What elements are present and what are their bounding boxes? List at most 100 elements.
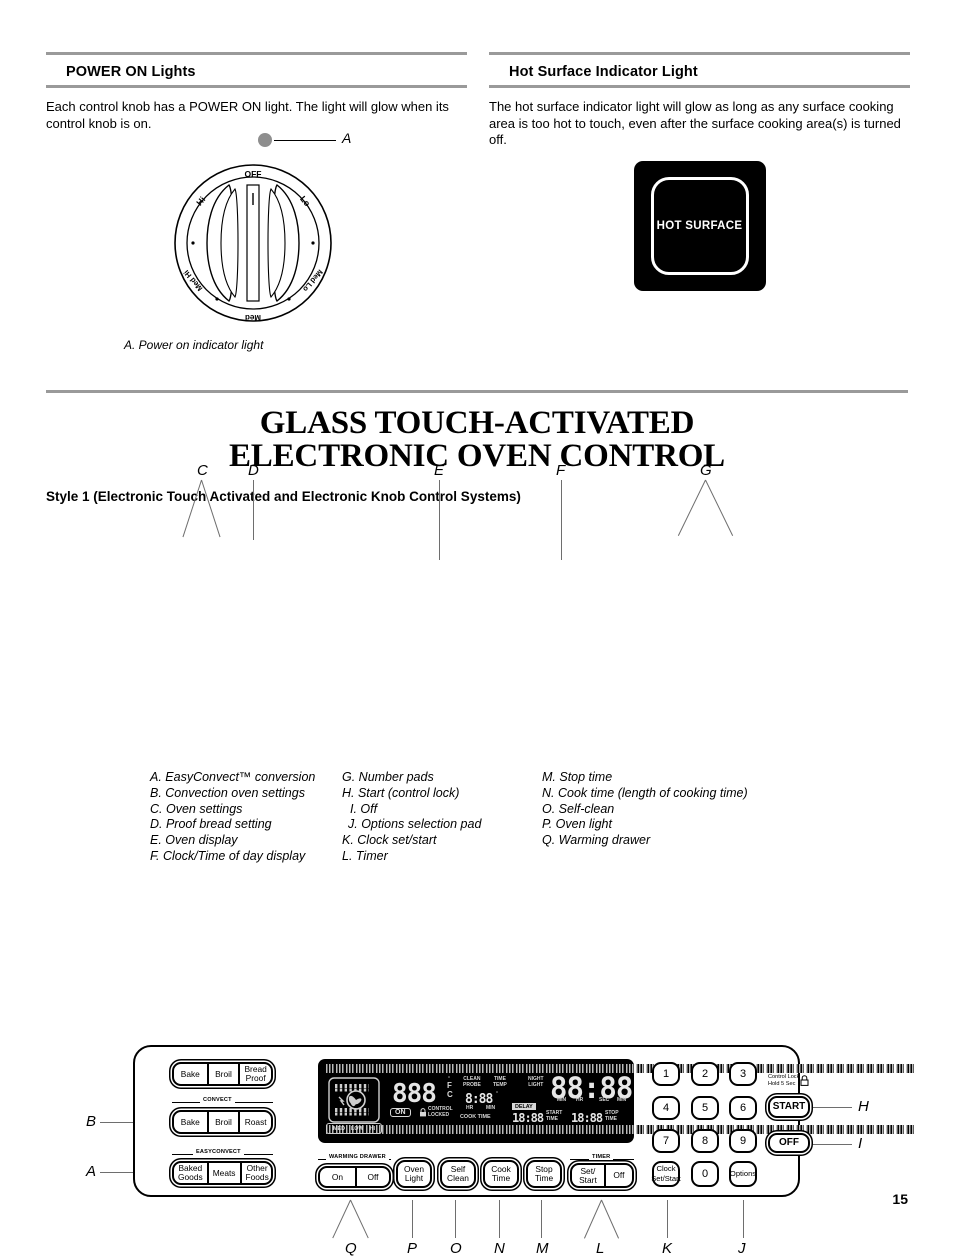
callout-letter-q: Q — [345, 1240, 357, 1257]
self-clean-label[interactable]: Self Clean — [442, 1162, 474, 1186]
cook-time-button[interactable]: Cook Time — [483, 1160, 519, 1188]
control-lock-note: Control Lock Hold 5 Sec — [768, 1074, 799, 1087]
stop-time-label: STOP TIME — [605, 1110, 619, 1122]
cook-time-label-button[interactable]: Cook Time — [485, 1162, 517, 1186]
callout-letter-f: F — [556, 462, 566, 479]
power-on-heading: POWER ON Lights — [66, 64, 196, 80]
timer-set-start-button[interactable]: Set/ Start — [572, 1165, 604, 1186]
baked-goods-button[interactable]: Baked Goods — [174, 1163, 207, 1183]
key-2[interactable]: 2 — [691, 1062, 719, 1086]
leader-k — [667, 1200, 668, 1238]
clock-unit-min2: MIN — [617, 1097, 627, 1103]
callout-letter-k: K — [662, 1240, 673, 1257]
warming-drawer-on-button[interactable]: On — [320, 1168, 355, 1186]
callout-letter-m: M — [536, 1240, 549, 1257]
power-on-body: Each control knob has a POWER ON light. … — [46, 99, 449, 131]
legend-item-j: J. Options selection pad — [348, 817, 482, 832]
key-0[interactable]: 0 — [691, 1161, 719, 1187]
knob-caption: A. Power on indicator light — [124, 338, 264, 352]
hot-surface-indicator-border: HOT SURFACE — [650, 176, 749, 275]
legend-item-f: F. Clock/Time of day display — [150, 848, 306, 863]
legend-item-c: C. Oven settings — [150, 801, 243, 816]
lock-icon-display — [420, 1108, 426, 1117]
timer-group[interactable]: Set/ Start Off — [570, 1163, 634, 1188]
other-foods-button[interactable]: Other Foods — [239, 1163, 273, 1183]
callout-letter-n: N — [494, 1240, 505, 1257]
hot-surface-heading: Hot Surface Indicator Light — [509, 64, 698, 80]
convect-group-label: CONVECT — [200, 1097, 235, 1103]
broil-button[interactable]: Broil — [206, 1064, 239, 1084]
legend-column-3: M. Stop time N. Cook time (length of coo… — [542, 770, 842, 865]
fan-level-hi: HI — [369, 1125, 375, 1132]
time-temp-label: TIME TEMP — [493, 1076, 507, 1088]
hot-surface-body: The hot surface indicator light will glo… — [489, 99, 901, 147]
callout-letter-e: E — [434, 462, 445, 479]
key-7[interactable]: 7 — [652, 1129, 680, 1153]
title-divider — [46, 390, 908, 393]
oven-settings-group[interactable]: Bake Broil Bread Proof — [172, 1062, 273, 1086]
key-1[interactable]: 1 — [652, 1062, 680, 1086]
warming-drawer-label: WARMING DRAWER — [326, 1154, 389, 1160]
key-6[interactable]: 6 — [729, 1096, 757, 1120]
leader-l1 — [583, 1199, 602, 1239]
easyconvect-group-label: EASYCONVECT — [193, 1149, 244, 1155]
hot-surface-illustration: HOT SURFACE — [489, 160, 910, 291]
fan-level-indicator: MED LOW HI — [326, 1123, 382, 1134]
off-button[interactable]: OFF — [768, 1133, 810, 1153]
easyconvect-group[interactable]: Baked Goods Meats Other Foods — [172, 1161, 273, 1185]
hot-surface-panel: HOT SURFACE — [633, 160, 766, 291]
bread-proof-button[interactable]: Bread Proof — [238, 1064, 271, 1084]
style-subtitle: Style 1 (Electronic Touch Activated and … — [46, 489, 521, 504]
knob-illustration: A OFF Hi Lo Med Hi Med Lo Med A. Power o… — [46, 130, 467, 368]
convect-bake-button[interactable]: Bake — [174, 1112, 207, 1132]
stop-time-button[interactable]: Stop Time — [526, 1160, 562, 1188]
oven-light-label[interactable]: Oven Light — [398, 1162, 430, 1186]
hot-surface-label: HOT SURFACE — [656, 219, 743, 232]
power-on-section: POWER ON Lights Each control knob has a … — [46, 52, 467, 368]
clock-unit-min1: MIN — [557, 1097, 567, 1103]
callout-letter-h: H — [858, 1098, 869, 1115]
svg-text:OFF: OFF — [245, 169, 262, 179]
section-rule-bottom — [46, 85, 467, 88]
legend-column-1: A. EasyConvect™ conversion B. Convection… — [150, 770, 342, 865]
convect-broil-button[interactable]: Broil — [206, 1112, 239, 1132]
lock-icon — [800, 1075, 809, 1086]
key-9[interactable]: 9 — [729, 1129, 757, 1153]
callout-letter-c: C — [197, 462, 208, 479]
legend: A. EasyConvect™ conversion B. Convection… — [150, 770, 940, 865]
oven-light-button[interactable]: Oven Light — [396, 1160, 432, 1188]
callout-leader-a — [274, 140, 336, 141]
callout-letter-g: G — [700, 462, 712, 479]
clock-set-start-button[interactable]: Clock Set/Start — [651, 1161, 681, 1187]
convection-fan-icon — [328, 1077, 380, 1123]
key-5[interactable]: 5 — [691, 1096, 719, 1120]
cook-time-hr-label: HR — [466, 1105, 474, 1111]
control-lock-line1: Control Lock — [768, 1074, 800, 1080]
legend-item-b: B. Convection oven settings — [150, 785, 305, 800]
cook-time-min-label: MIN — [486, 1105, 496, 1111]
oven-display: MED LOW HI 888 ° F C ON CONTROL LOCKED C… — [318, 1059, 914, 1143]
bake-button[interactable]: Bake — [174, 1064, 207, 1084]
convect-group[interactable]: Bake Broil Roast — [172, 1110, 273, 1134]
clean-probe-label: CLEAN PROBE — [463, 1076, 481, 1088]
hot-surface-section: Hot Surface Indicator Light The hot surf… — [489, 52, 910, 368]
callout-letter-o: O — [450, 1240, 462, 1257]
display-bottom-segments — [326, 1125, 914, 1134]
warming-drawer-off-button[interactable]: Off — [354, 1168, 389, 1186]
timer-off-button[interactable]: Off — [603, 1165, 632, 1186]
start-button[interactable]: START — [768, 1096, 810, 1118]
convect-roast-button[interactable]: Roast — [238, 1112, 271, 1132]
meats-button[interactable]: Meats — [206, 1163, 240, 1183]
key-3[interactable]: 3 — [729, 1062, 757, 1086]
key-8[interactable]: 8 — [691, 1129, 719, 1153]
section-rule-bottom-2 — [489, 85, 910, 88]
leader-l2 — [601, 1199, 620, 1239]
self-clean-button[interactable]: Self Clean — [440, 1160, 476, 1188]
stop-time-label-button[interactable]: Stop Time — [528, 1162, 560, 1186]
key-4[interactable]: 4 — [652, 1096, 680, 1120]
callout-letter-p: P — [407, 1240, 418, 1257]
options-button[interactable]: Options — [729, 1161, 757, 1187]
leader-d — [253, 480, 254, 540]
warming-drawer-group[interactable]: On Off — [318, 1166, 391, 1188]
leader-f — [561, 480, 562, 560]
